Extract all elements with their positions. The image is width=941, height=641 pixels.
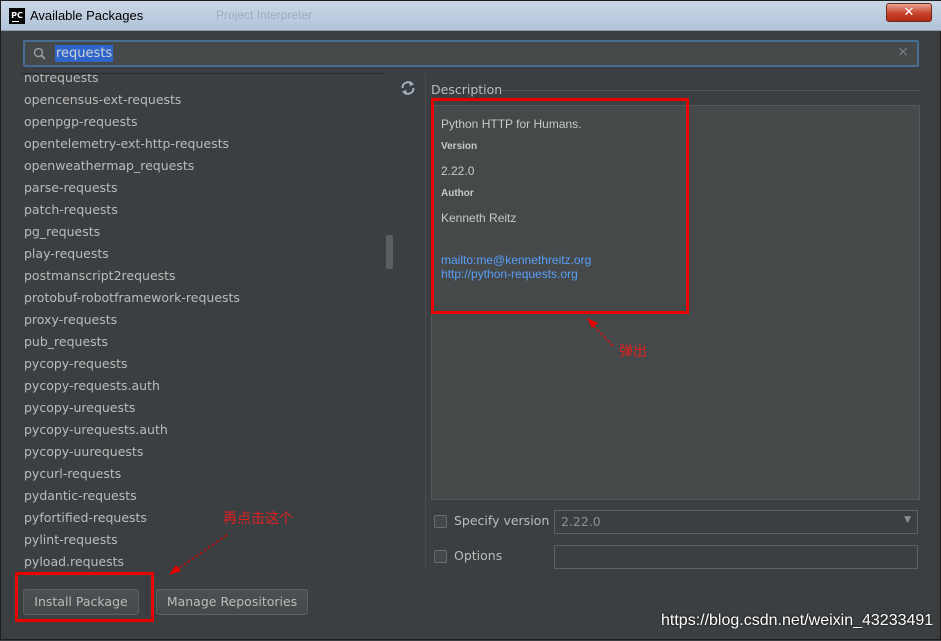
package-list-item[interactable]: pylint-requests	[21, 529, 395, 551]
package-list-item[interactable]: patch-requests	[21, 199, 395, 221]
install-highlight-box	[15, 572, 154, 622]
version-select-value: 2.22.0	[561, 514, 601, 529]
specify-version-label[interactable]: Specify version	[454, 513, 549, 528]
package-list-item[interactable]: pg_requests	[21, 221, 395, 243]
package-list-item[interactable]: pycopy-urequests.auth	[21, 419, 395, 441]
package-list-item[interactable]: pycopy-urequests	[21, 397, 395, 419]
package-list-item[interactable]: pyfortified-requests	[21, 507, 395, 529]
manage-repositories-button[interactable]: Manage Repositories	[156, 589, 308, 615]
version-select[interactable]: 2.22.0 ▼	[554, 510, 918, 534]
list-scrollbar-thumb[interactable]	[386, 235, 393, 269]
description-highlight-box	[431, 98, 689, 314]
specify-version-checkbox[interactable]	[434, 515, 447, 528]
package-list[interactable]: notrequests opencensus-ext-requests openpg…	[21, 73, 395, 570]
package-list-item[interactable]: openpgp-requests	[21, 111, 395, 133]
package-list-item[interactable]: proxy-requests	[21, 309, 395, 331]
package-list-item[interactable]: opencensus-ext-requests	[21, 89, 395, 111]
package-list-item[interactable]: pycopy-requests	[21, 353, 395, 375]
description-separator	[502, 90, 919, 91]
package-list-item[interactable]: postmanscript2requests	[21, 265, 395, 287]
refresh-icon[interactable]	[399, 79, 417, 97]
splitter[interactable]	[425, 73, 426, 570]
click-annotation: 再点击这个	[223, 511, 293, 527]
package-list-item[interactable]: notrequests	[21, 74, 395, 89]
package-list-item[interactable]: pycurl-requests	[21, 463, 395, 485]
close-button[interactable]: ✕	[886, 3, 932, 22]
search-input[interactable]: requests ×	[23, 40, 919, 67]
options-label[interactable]: Options	[454, 548, 502, 563]
package-list-item[interactable]: pyload.requests	[21, 551, 395, 570]
window-title: Available Packages	[30, 8, 144, 23]
pycharm-icon: PC	[9, 8, 25, 24]
clear-search-icon[interactable]: ×	[897, 44, 909, 60]
list-scrollbar[interactable]	[384, 73, 395, 570]
package-list-item[interactable]: parse-requests	[21, 177, 395, 199]
package-list-item[interactable]: play-requests	[21, 243, 395, 265]
title-bar[interactable]: PC Available Packages Project Interprete…	[1, 1, 941, 31]
options-checkbox[interactable]	[434, 550, 447, 563]
search-query-text[interactable]: requests	[55, 45, 114, 62]
popup-annotation: 弹出	[619, 344, 647, 360]
available-packages-dialog: PC Available Packages Project Interprete…	[0, 0, 941, 640]
package-list-item[interactable]: protobuf-robotframework-requests	[21, 287, 395, 309]
options-field[interactable]	[554, 545, 918, 569]
package-list-item[interactable]: pycopy-uurequests	[21, 441, 395, 463]
search-icon[interactable]	[33, 47, 47, 61]
package-list-item[interactable]: opentelemetry-ext-http-requests	[21, 133, 395, 155]
chevron-down-icon: ▼	[904, 515, 911, 525]
package-list-item[interactable]: openweathermap_requests	[21, 155, 395, 177]
watermark: https://blog.csdn.net/weixin_43233491	[661, 612, 934, 629]
background-window-title: Project Interpreter	[216, 8, 313, 22]
description-label: Description	[431, 82, 503, 97]
package-list-item[interactable]: pycopy-requests.auth	[21, 375, 395, 397]
package-list-item[interactable]: pub_requests	[21, 331, 395, 353]
package-list-item[interactable]: pydantic-requests	[21, 485, 395, 507]
